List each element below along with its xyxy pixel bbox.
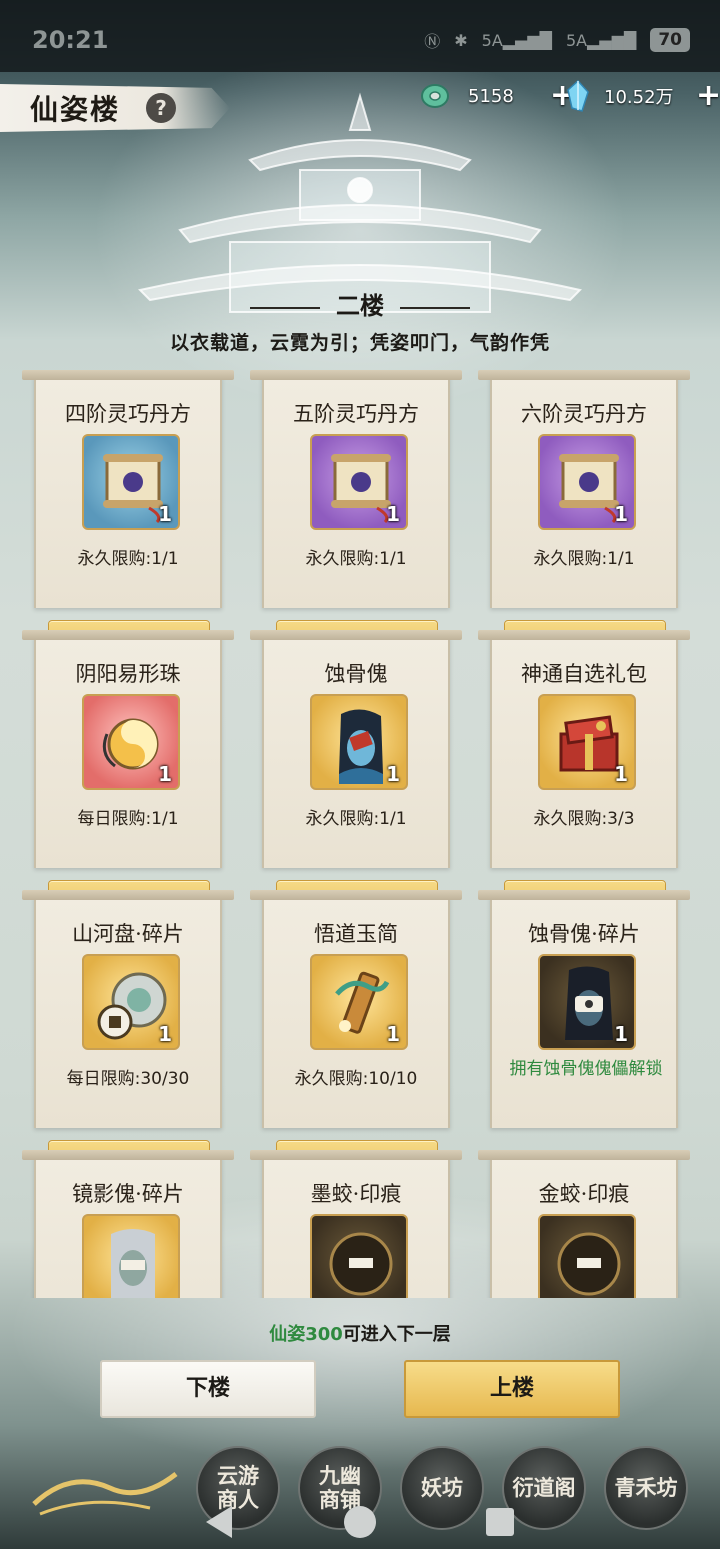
item-name: 镜影傀·碎片	[72, 1182, 184, 1206]
home-icon[interactable]	[344, 1506, 376, 1538]
unlock-condition: 拥有蚀骨傀傀儡解锁	[509, 1059, 663, 1079]
shop-item-card[interactable]: 五阶灵巧丹方 1 永久限购:1/1	[250, 370, 462, 608]
floor-title: 二楼	[0, 286, 720, 321]
nav-label: 妖坊	[421, 1475, 463, 1500]
puppet-portrait-icon	[82, 1214, 180, 1298]
clock: 20:21	[32, 26, 109, 54]
next-floor-hint: 仙姿300可进入下一层	[0, 1320, 720, 1346]
purchase-limit: 永久限购:1/1	[305, 809, 407, 829]
item-name: 蚀骨傀·碎片	[528, 922, 640, 946]
nav-label-line1: 九幽	[319, 1463, 361, 1488]
item-quantity: 1	[386, 1022, 400, 1046]
shop-item-card[interactable]: 蚀骨傀 1 永久限购:1/1	[250, 630, 462, 868]
purchase-limit: 永久限购:1/1	[77, 549, 179, 569]
right-ornament	[400, 306, 470, 309]
puppet-portrait-icon: 1	[310, 694, 408, 790]
item-grid[interactable]: 750 1200 1800 四阶灵巧丹方 1 永久限购:1/1	[0, 362, 720, 1298]
nav-label-line1: 云游	[217, 1463, 259, 1488]
floor-subtitle: 以衣载道，云霓为引；凭姿叩门，气韵作凭	[169, 332, 550, 354]
currency-crystal: 10.52万 +	[566, 80, 720, 112]
jade-slip-icon: 1	[310, 954, 408, 1050]
crystal-amount: 10.52万	[604, 87, 674, 108]
crystal-icon	[567, 80, 589, 112]
item-quantity: 1	[614, 1022, 628, 1046]
item-quantity: 1	[386, 502, 400, 526]
back-icon[interactable]	[206, 1506, 232, 1538]
item-name: 山河盘·碎片	[72, 922, 184, 946]
signal-icon-2: 5A▂▄▆█	[565, 30, 637, 50]
item-name: 五阶灵巧丹方	[293, 402, 419, 426]
item-quantity: 1	[386, 762, 400, 786]
nav-label: 青禾坊	[614, 1475, 678, 1500]
shop-item-card[interactable]: 蚀骨傀·碎片 1 拥有蚀骨傀傀儡解锁	[478, 890, 690, 1128]
item-name: 阴阳易形珠	[75, 662, 181, 686]
orb-icon: 1	[82, 694, 180, 790]
shop-item-card[interactable]: 六阶灵巧丹方 1 永久限购:1/1	[478, 370, 690, 608]
purchase-limit: 每日限购:1/1	[77, 809, 179, 829]
scroll-icon: 1	[310, 434, 408, 530]
purchase-limit: 每日限购:30/30	[66, 1069, 190, 1089]
system-icons: Ⓝ ✱ 5A▂▄▆█ 5A▂▄▆█ 70	[424, 28, 690, 52]
purchase-limit: 永久限购:1/1	[305, 549, 407, 569]
item-quantity: 1	[614, 762, 628, 786]
shop-item-card[interactable]: 山河盘·碎片 1 每日限购:30/30	[22, 890, 234, 1128]
system-navigation-bar	[0, 1500, 720, 1549]
add-crystal-button[interactable]: +	[696, 81, 720, 111]
recent-apps-icon[interactable]	[486, 1508, 514, 1536]
purchase-limit: 永久限购:3/3	[533, 809, 635, 829]
hint-requirement: 仙姿300	[269, 1324, 343, 1345]
shop-item-card[interactable]: 金蛟·印痕	[478, 1150, 690, 1298]
page-title: 仙姿楼	[30, 93, 121, 126]
item-name: 四阶灵巧丹方	[65, 402, 191, 426]
shop-item-card[interactable]: 镜影傀·碎片	[22, 1150, 234, 1298]
item-quantity: 1	[614, 502, 628, 526]
battery-icon: 70	[650, 28, 690, 52]
app-root: 20:21 Ⓝ ✱ 5A▂▄▆█ 5A▂▄▆█ 70 仙姿楼 ? 5158 + …	[0, 0, 720, 1549]
shop-item-card[interactable]: 悟道玉简 1 永久限购:10/10	[250, 890, 462, 1128]
shop-item-card[interactable]: 神通自选礼包 1 永久限购:3/3	[478, 630, 690, 868]
gift-box-icon: 1	[538, 694, 636, 790]
item-name: 神通自选礼包	[521, 662, 647, 686]
shop-item-card[interactable]: 墨蛟·印痕	[250, 1150, 462, 1298]
seal-icon	[310, 1214, 408, 1298]
go-up-button[interactable]: 上楼	[404, 1360, 620, 1418]
nfc-icon: Ⓝ	[424, 32, 441, 51]
shop-item-card[interactable]: 四阶灵巧丹方 1 永久限购:1/1	[22, 370, 234, 608]
item-quantity: 1	[158, 762, 172, 786]
shop-item-card[interactable]: 阴阳易形珠 1 每日限购:1/1	[22, 630, 234, 868]
bluetooth-icon: ✱	[454, 30, 468, 50]
item-name: 蚀骨傀	[324, 662, 388, 686]
scroll-icon: 1	[538, 434, 636, 530]
item-name: 悟道玉简	[314, 922, 398, 946]
nav-label: 衍道阁	[512, 1475, 576, 1500]
left-ornament	[250, 306, 320, 309]
purchase-limit: 永久限购:1/1	[533, 549, 635, 569]
go-down-button[interactable]: 下楼	[100, 1360, 316, 1418]
disc-fragment-icon: 1	[82, 954, 180, 1050]
item-name: 墨蛟·印痕	[310, 1182, 402, 1206]
currency-jade: 5158 +	[420, 80, 575, 112]
item-name: 金蛟·印痕	[538, 1182, 630, 1206]
help-button[interactable]: ?	[146, 93, 176, 123]
hint-text: 可进入下一层	[342, 1324, 451, 1345]
seal-icon	[538, 1214, 636, 1298]
status-bar: 20:21 Ⓝ ✱ 5A▂▄▆█ 5A▂▄▆█ 70	[0, 0, 720, 72]
locked-fragment-icon: 1	[538, 954, 636, 1050]
scroll-icon: 1	[82, 434, 180, 530]
floor-name: 二楼	[336, 291, 384, 320]
item-name: 六阶灵巧丹方	[521, 402, 647, 426]
item-quantity: 1	[158, 1022, 172, 1046]
jade-amount: 5158	[468, 85, 514, 107]
purchase-limit: 永久限购:10/10	[294, 1069, 418, 1089]
signal-icon-1: 5A▂▄▆█	[481, 30, 552, 50]
item-quantity: 1	[158, 502, 172, 526]
jade-coin-icon	[421, 84, 449, 108]
